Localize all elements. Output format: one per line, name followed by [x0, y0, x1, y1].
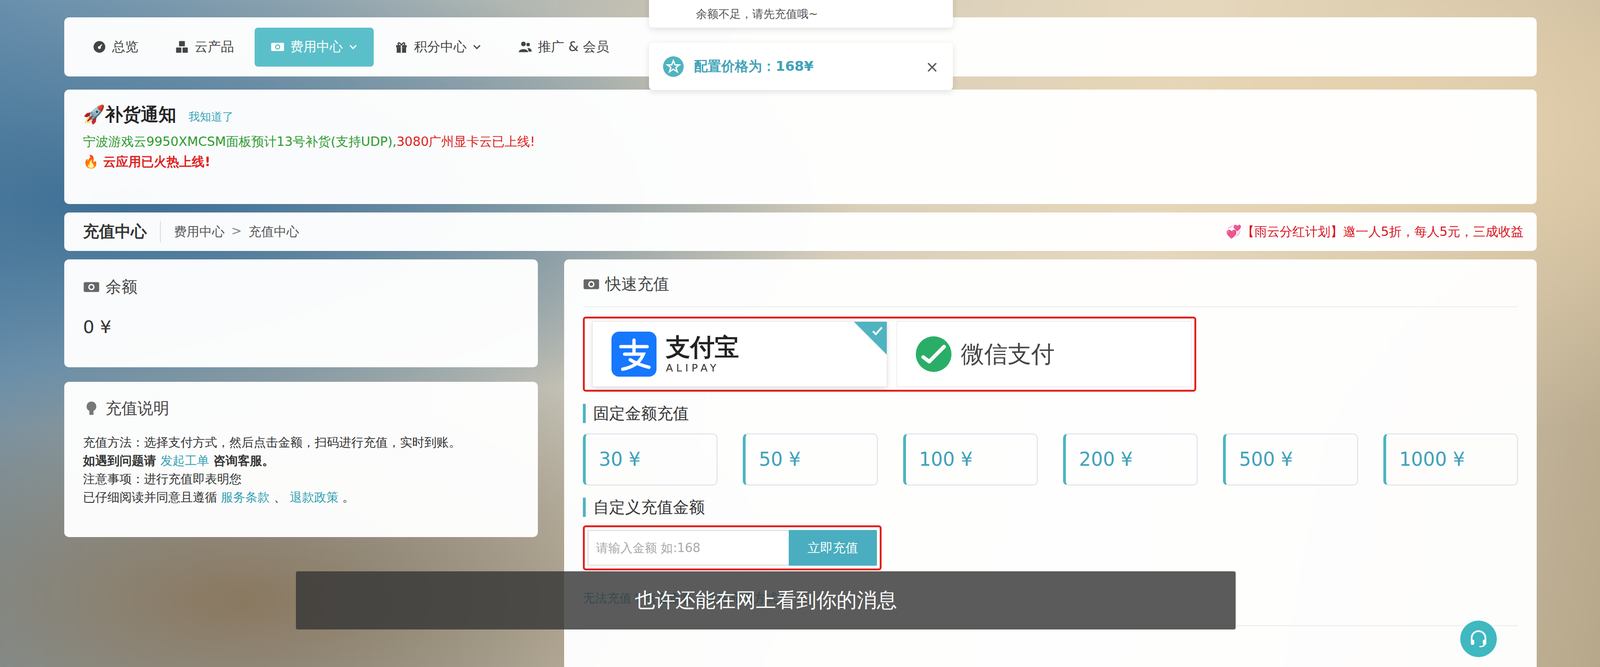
nav-item[interactable]: 积分中心 [378, 27, 498, 67]
instruction-line: 充值方法：选择支付方式，然后点击金额，扫码进行充值，实时到账。 [83, 433, 520, 452]
nav-item[interactable]: 总览 [76, 27, 155, 67]
gauge-icon [92, 39, 107, 54]
notice-line: 宁波游戏云9950XMCSM面板预计13号补货(支持UDP),3080广州显卡云… [83, 131, 1518, 152]
amount-button[interactable]: 30 ¥ [582, 433, 718, 486]
nav-item[interactable]: 费用中心 [254, 27, 374, 67]
breadcrumb-item[interactable]: 充值中心 [248, 223, 300, 241]
instruction-text: 如遇到问题请 [83, 453, 161, 468]
instruction-link[interactable]: 发起工单 [160, 453, 210, 468]
dismiss-link[interactable]: 我知道了 [188, 109, 234, 125]
page-title: 充值中心 [83, 220, 161, 243]
amount-list: 30 ¥ 50 ¥ 100 ¥ 200 ¥ 500 ¥ 1000 ¥ [582, 433, 1518, 486]
promo-link[interactable]: 💞【雨云分红计划】邀一人5折，每人5元，三成收益 [1225, 223, 1524, 241]
breadcrumb-item[interactable]: 费用中心 [173, 223, 225, 241]
amount-button[interactable]: 500 ¥ [1222, 433, 1358, 486]
wechat-icon [915, 336, 952, 372]
instruction-text: 充值方法：选择支付方式，然后点击金额，扫码进行充值，实时到账。 [83, 435, 461, 450]
notice-line: 🔥 云应用已火热上线! [83, 151, 1518, 172]
instruction-text: 、 [269, 490, 290, 505]
balance-card: 余额0 ¥ [64, 259, 538, 368]
instruction-link[interactable]: 服务条款 [220, 490, 270, 505]
instructions-card: 充值说明充值方法：选择支付方式，然后点击金额，扫码进行充值，实时到账。如遇到问题… [64, 381, 538, 537]
instruction-link[interactable]: 退款政策 [289, 490, 339, 505]
nav-item[interactable]: 推广 & 会员 [502, 27, 626, 67]
instruction-text: 注意事项：进行充值即表明您 [83, 471, 242, 486]
breadcrumb: 费用中心>充值中心 [160, 223, 300, 241]
notice-title: 🚀补货通知 [83, 102, 177, 127]
instruction-text: 已仔细阅读并同意且遵循 [83, 490, 221, 505]
lightbulb-icon [83, 400, 100, 417]
close-button[interactable]: × [925, 57, 940, 76]
alipay-icon [611, 331, 657, 377]
users-icon [518, 39, 533, 54]
restock-notice: 🚀补货通知我知道了宁波游戏云9950XMCSM面板预计13号补货(支持UDP),… [64, 89, 1537, 204]
payment-methods: 支付宝ALIPAY微信支付 [582, 316, 1197, 392]
instruction-text: 咨询客服。 [209, 453, 275, 468]
chevron-down-icon [472, 42, 482, 52]
payment-method[interactable]: 微信支付 [896, 321, 1192, 387]
instruction-line: 已仔细阅读并同意且遵循 服务条款 、 退款政策 。 [83, 488, 520, 507]
section-heading: 自定义充值金额 [582, 497, 1518, 517]
breadcrumb-bar: 充值中心费用中心>充值中心 💞【雨云分红计划】邀一人5折，每人5元，三成收益 [64, 212, 1537, 251]
video-subtitle: 也许还能在网上看到你的消息 [295, 571, 1236, 630]
toast: 配置价格为：168¥× [649, 42, 953, 91]
selected-check-icon [853, 321, 887, 355]
star-icon [663, 56, 684, 77]
chevron-down-icon [348, 42, 358, 52]
amount-button[interactable]: 50 ¥ [742, 433, 878, 486]
support-button[interactable] [1460, 620, 1497, 657]
gift-icon [394, 39, 409, 54]
money-icon [270, 39, 285, 54]
money-icon [582, 275, 600, 293]
recharge-page: 总览云产品费用中心积分中心推广 & 会员🚀补货通知我知道了宁波游戏云9950XM… [0, 0, 1600, 667]
instruction-text: 。 [338, 490, 355, 505]
amount-button[interactable]: 1000 ¥ [1383, 433, 1518, 486]
instruction-line: 如遇到问题请 发起工单 咨询客服。 [83, 451, 520, 470]
toast: 余额不足，请先充值哦~ [649, 0, 953, 28]
submit-button[interactable]: 立即充值 [788, 529, 877, 566]
headset-icon [1468, 628, 1489, 650]
money-icon [83, 278, 100, 296]
nav-item[interactable]: 云产品 [158, 27, 250, 67]
instruction-line: 注意事项：进行充值即表明您 [83, 469, 520, 489]
cubes-icon [174, 39, 189, 54]
amount-button[interactable]: 100 ¥ [903, 433, 1038, 486]
payment-method[interactable]: 支付宝ALIPAY [592, 321, 888, 387]
custom-amount: 立即充值 [582, 525, 882, 571]
amount-button[interactable]: 200 ¥ [1063, 433, 1198, 486]
balance-value: 0 ¥ [83, 316, 520, 338]
section-heading: 固定金额充值 [582, 403, 1518, 423]
amount-input[interactable] [587, 529, 789, 566]
